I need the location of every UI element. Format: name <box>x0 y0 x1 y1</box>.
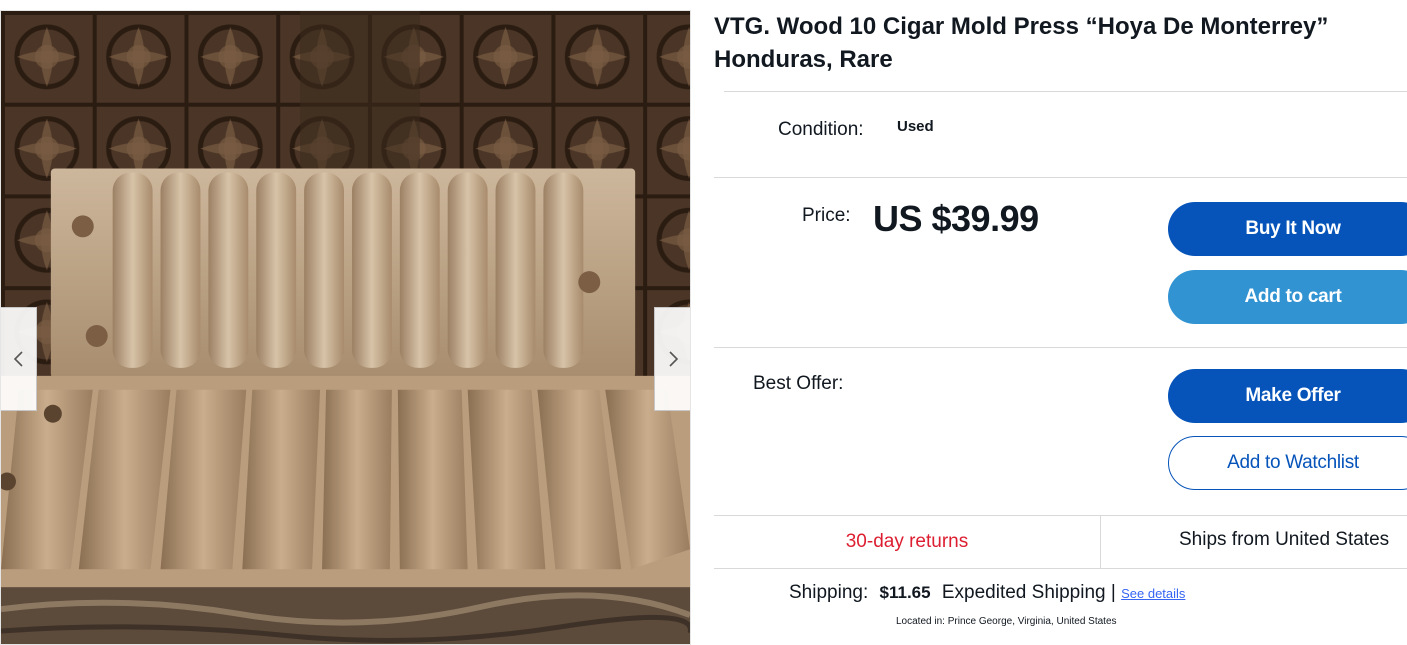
located-label: Located in: <box>896 616 945 627</box>
item-location: Located in: Prince George, Virginia, Uni… <box>896 616 1117 627</box>
make-offer-button[interactable]: Make Offer <box>1168 369 1407 423</box>
chevron-right-icon <box>668 351 678 367</box>
buy-it-now-label: Buy It Now <box>1245 218 1341 239</box>
make-offer-label: Make Offer <box>1245 385 1341 406</box>
image-gallery <box>0 10 691 645</box>
shipping-label: Shipping: <box>789 582 869 603</box>
product-photo[interactable] <box>1 11 690 644</box>
shipping-method: Expedited Shipping | <box>941 582 1116 603</box>
add-to-watchlist-button[interactable]: Add to Watchlist <box>1168 436 1407 490</box>
located-value: Prince George, Virginia, United States <box>947 616 1117 627</box>
divider <box>724 91 1407 92</box>
listing-title: VTG. Wood 10 Cigar Mold Press “Hoya De M… <box>714 13 1329 73</box>
listing-info: VTG. Wood 10 Cigar Mold Press “Hoya De M… <box>714 0 1407 645</box>
buy-it-now-button[interactable]: Buy It Now <box>1168 202 1407 256</box>
divider <box>714 568 1407 569</box>
add-to-cart-label: Add to cart <box>1244 286 1342 307</box>
divider <box>1100 515 1101 568</box>
returns-link[interactable]: 30-day returns <box>714 515 1100 568</box>
gallery-prev-button[interactable] <box>1 307 37 411</box>
ships-from-text: Ships from United States <box>1179 529 1390 550</box>
gallery-next-button[interactable] <box>654 307 690 411</box>
add-to-watchlist-label: Add to Watchlist <box>1227 452 1359 473</box>
price-label: Price: <box>802 205 851 226</box>
divider <box>714 177 1407 178</box>
shipping-amount: $11.65 <box>879 583 931 602</box>
chevron-left-icon <box>13 351 23 367</box>
add-to-cart-button[interactable]: Add to cart <box>1168 270 1407 324</box>
divider <box>714 347 1407 348</box>
condition-value: Used <box>897 118 934 135</box>
best-offer-label: Best Offer: <box>753 373 844 394</box>
condition-label: Condition: <box>778 119 864 140</box>
shipping-row: Shipping: $11.65 Expedited Shipping | Se… <box>789 582 1185 604</box>
see-details-link[interactable]: See details <box>1121 586 1185 601</box>
price-value: US $39.99 <box>873 198 1039 239</box>
